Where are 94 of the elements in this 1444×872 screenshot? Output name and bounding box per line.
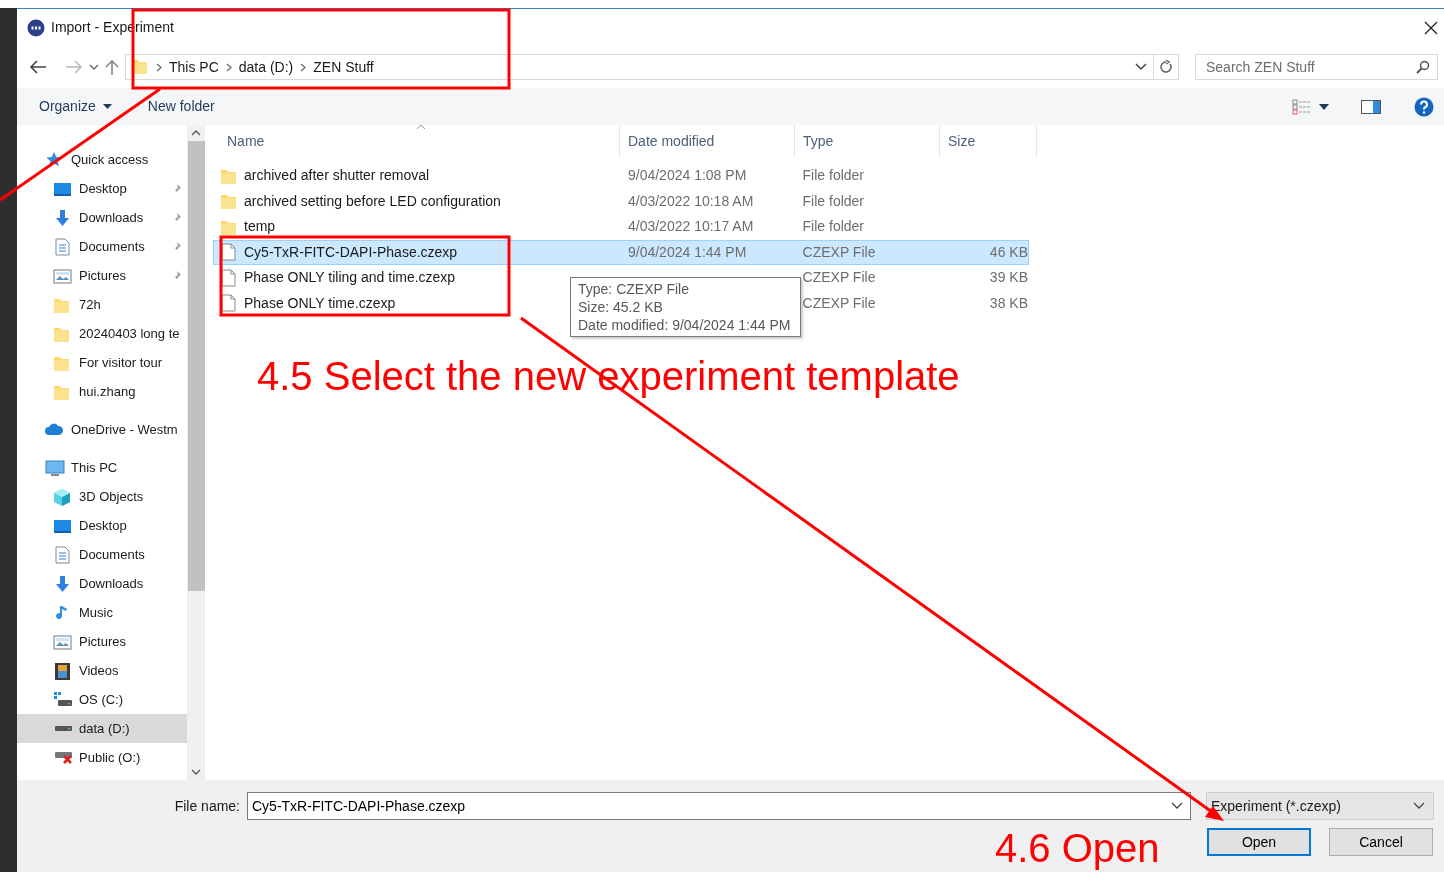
drive-icon: [54, 726, 72, 731]
column-header[interactable]: Size: [940, 125, 1037, 157]
file-type: File folder: [802, 192, 864, 209]
column-header[interactable]: Name: [219, 125, 620, 157]
help-icon[interactable]: [1414, 96, 1434, 117]
cube-icon: [53, 487, 73, 506]
file-row[interactable]: Cy5-TxR-FITC-DAPI-Phase.czexp 9/04/2024 1:44 PM CZEXP File 46 KB: [213, 239, 1029, 265]
file-date: 9/04/2024 1:08 PM: [628, 167, 747, 184]
dialog-button[interactable]: Open: [1207, 828, 1311, 856]
annotation-text: 4.6 Open: [995, 828, 1160, 868]
file-type: CZEXP File: [802, 269, 876, 286]
file-size: 39 KB: [989, 269, 1028, 286]
navigation-item[interactable]: Quick access: [17, 145, 187, 174]
film-icon: [53, 661, 73, 680]
breadcrumb-link[interactable]: data (D:): [238, 56, 294, 78]
file-name[interactable]: Cy5-TxR-FITC-DAPI-Phase.czexp: [244, 241, 458, 263]
up-arrow-icon[interactable]: [105, 59, 119, 75]
refresh-button[interactable]: [1154, 54, 1179, 80]
file-type-dropdown[interactable]: Experiment (*.czexp): [1206, 792, 1434, 820]
navigation-item[interactable]: hui.zhang: [17, 377, 187, 406]
navigation-item[interactable]: OS (C:): [17, 685, 187, 714]
document-icon: [53, 237, 73, 256]
pictures-icon: [53, 632, 73, 651]
navigation-item[interactable]: Desktop: [17, 511, 187, 540]
tooltip-line: Size: 45.2 KB: [578, 298, 664, 316]
file-name-label: File name:: [173, 796, 241, 816]
document-icon: [53, 545, 73, 564]
caret-down-icon: [102, 104, 112, 109]
preview-pane-icon[interactable]: [1361, 98, 1381, 115]
view-options-button[interactable]: [1292, 96, 1329, 117]
tooltip-line: Type: CZEXP File: [578, 280, 690, 298]
tooltip-line: Date modified: 9/04/2024 1:44 PM: [578, 316, 792, 334]
file-type: CZEXP File: [802, 243, 876, 260]
back-icon[interactable]: [29, 59, 47, 75]
network-drive-icon: [54, 751, 72, 764]
file-size: 46 KB: [989, 243, 1028, 260]
close-icon[interactable]: [1424, 20, 1438, 35]
navigation-item[interactable]: Documents: [17, 232, 187, 261]
file-name[interactable]: Phase ONLY time.czexp: [244, 292, 396, 314]
new-folder-button[interactable]: New folder: [147, 94, 215, 119]
refresh-icon: [1159, 60, 1173, 74]
annotation-text: 4.5 Select the new experiment template: [257, 356, 960, 396]
navigation-item[interactable]: 72h: [17, 290, 187, 319]
dialog-button[interactable]: Cancel: [1329, 828, 1433, 856]
breadcrumb-link[interactable]: ZEN Stuff: [313, 56, 374, 78]
computer-icon: [45, 458, 65, 477]
navigation-item[interactable]: Videos: [17, 656, 187, 685]
navigation-item[interactable]: This PC: [17, 453, 187, 482]
column-header[interactable]: Type: [795, 125, 940, 157]
list-view-icon: [1292, 98, 1312, 115]
chevron-down-icon: [1171, 802, 1183, 810]
pictures-icon: [53, 266, 73, 285]
scrollbar-thumb[interactable]: [187, 141, 205, 591]
chevron-right-icon: [156, 62, 162, 72]
chevron-right-icon: [300, 62, 307, 72]
navigation-item[interactable]: OneDrive - Westm: [17, 415, 187, 444]
file-date: 9/04/2024 1:44 PM: [628, 243, 747, 260]
file-name[interactable]: temp: [244, 216, 276, 238]
file-name[interactable]: Phase ONLY tiling and time.czexp: [244, 267, 456, 289]
file-type: File folder: [802, 167, 864, 184]
navigation-item[interactable]: 3D Objects: [17, 482, 187, 511]
file-type: File folder: [802, 218, 864, 235]
folder-icon: [220, 192, 238, 211]
column-header[interactable]: Date modified: [620, 125, 795, 157]
file-name[interactable]: archived setting before LED configuration: [244, 190, 501, 212]
breadcrumb-link[interactable]: This PC: [169, 56, 219, 78]
search-icon: [1416, 60, 1430, 74]
file-name[interactable]: archived after shutter removal: [244, 165, 430, 187]
navigation-item[interactable]: Documents: [17, 540, 187, 569]
caret-down-icon: [1319, 103, 1329, 110]
file-date: 4/03/2022 10:17 AM: [628, 218, 754, 235]
navigation-item[interactable]: Public (O:): [17, 743, 187, 772]
navigation-item[interactable]: Music: [17, 598, 187, 627]
navigation-item[interactable]: Pictures: [17, 627, 187, 656]
navigation-item[interactable]: 20240403 long te: [17, 319, 187, 348]
file-date: 4/03/2022 10:18 AM: [628, 192, 754, 209]
navigation-item[interactable]: Pictures: [17, 261, 187, 290]
file-size: 38 KB: [989, 294, 1028, 311]
app-icon: [27, 18, 45, 37]
organize-button[interactable]: Organize: [39, 94, 112, 119]
chevron-right-icon: [225, 62, 232, 72]
navigation-item[interactable]: For visitor tour: [17, 348, 187, 377]
chevron-down-icon: [1413, 802, 1425, 810]
navigation-item[interactable]: data (D:): [17, 714, 187, 743]
chevron-down-icon[interactable]: [89, 63, 99, 71]
navigation-item[interactable]: Downloads: [17, 569, 187, 598]
search-field[interactable]: Search ZEN Stuff: [1195, 54, 1438, 80]
navigation-item[interactable]: Downloads: [17, 203, 187, 232]
file-type: CZEXP File: [802, 294, 876, 311]
chevron-down-icon[interactable]: [1135, 63, 1147, 71]
file-name-field[interactable]: Cy5-TxR-FITC-DAPI-Phase.czexp: [247, 792, 1191, 820]
windows-drive-icon: [53, 690, 73, 709]
address-bar[interactable]: This PC data (D:) ZEN Stuff: [125, 54, 1154, 80]
navigation-item[interactable]: Desktop: [17, 174, 187, 203]
